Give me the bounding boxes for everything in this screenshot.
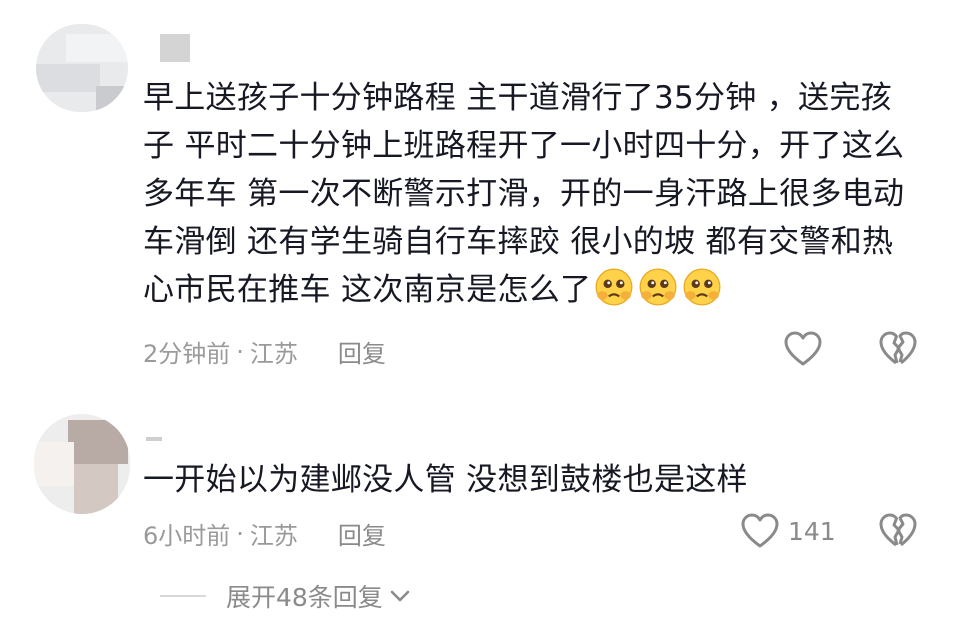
comment-time: 2分钟前 — [143, 340, 231, 368]
comment-meta: 2分钟前 · 江苏 回复 — [143, 334, 386, 369]
reply-button[interactable]: 回复 — [338, 516, 386, 551]
dislike-button[interactable] — [878, 512, 918, 550]
comment-meta: 6小时前 · 江苏 回复 — [143, 516, 386, 551]
comment-text-content: 早上送孩子十分钟路程 主干道滑行了35分钟 ，送完孩子 平时二十分钟上班路程开了… — [143, 80, 905, 308]
comment-location: 江苏 — [249, 522, 298, 550]
meta-separator: · — [236, 337, 244, 366]
like-button[interactable] — [783, 330, 831, 368]
broken-heart-icon[interactable] — [878, 330, 918, 368]
username-blurred[interactable] — [160, 34, 190, 62]
comment-text: 一开始以为建邺没人管 没想到鼓楼也是这样 — [143, 456, 923, 504]
comment-text: 早上送孩子十分钟路程 主干道滑行了35分钟 ，送完孩子 平时二十分钟上班路程开了… — [143, 74, 923, 314]
avatar[interactable] — [34, 414, 130, 514]
expand-replies-label: 展开48条回复 — [226, 583, 383, 612]
like-count: 141 — [788, 516, 836, 546]
heart-icon[interactable] — [783, 330, 823, 368]
comment-item: 早上送孩子十分钟路程 主干道滑行了35分钟 ，送完孩子 平时二十分钟上班路程开了… — [0, 0, 960, 400]
comment-time: 6小时前 — [143, 522, 231, 550]
crying-face-emoji — [635, 268, 679, 308]
divider-line — [160, 595, 206, 597]
avatar[interactable] — [36, 24, 128, 112]
chevron-down-icon — [389, 589, 411, 603]
expand-replies-button[interactable]: 展开48条回复 — [160, 578, 411, 614]
like-button[interactable]: 141 — [740, 512, 836, 550]
meta-separator: · — [236, 519, 244, 548]
dislike-button[interactable] — [878, 330, 918, 368]
broken-heart-icon[interactable] — [878, 512, 918, 550]
username-blurred[interactable] — [146, 437, 162, 441]
comment-location: 江苏 — [249, 340, 298, 368]
comment-text-content: 一开始以为建邺没人管 没想到鼓楼也是这样 — [143, 462, 748, 498]
crying-face-emoji — [591, 268, 635, 308]
reply-button[interactable]: 回复 — [338, 334, 386, 369]
heart-icon[interactable] — [740, 512, 780, 550]
comment-item: 一开始以为建邺没人管 没想到鼓楼也是这样 6小时前 · 江苏 回复 141 — [0, 400, 960, 570]
crying-face-emoji — [679, 268, 723, 308]
